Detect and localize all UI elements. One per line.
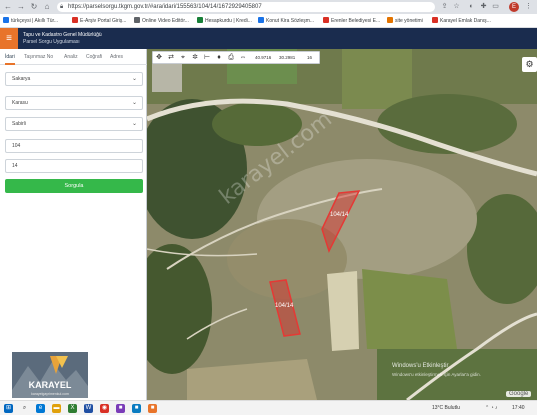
windows-activate-title: Windows'u Etkinleştir — [392, 363, 449, 369]
gear-icon[interactable]: ⚙ — [522, 57, 537, 72]
chevron-down-icon: ⌄ — [131, 100, 137, 106]
zoom-level: 16 — [307, 55, 313, 60]
app-header: ≡ Tapu ve Kadastro Genel Müdürlüğü Parse… — [0, 28, 537, 49]
map-imagery: 104/14 104/14 — [147, 49, 537, 400]
star-icon[interactable]: ☆ — [452, 2, 461, 11]
province-select[interactable]: Sakarya ⌄ — [5, 72, 143, 86]
coordinate-y: 30.2981 — [279, 55, 296, 60]
bookmark-icon — [3, 17, 9, 23]
bookmark-item[interactable]: E-Arşiv Portal Giriş... — [72, 17, 130, 25]
edge-icon[interactable]: e — [36, 404, 45, 413]
tab-cografi[interactable]: Coğrafi — [86, 49, 102, 65]
karayel-logo: KARAYEL karayelgayrimenkul.com — [12, 352, 88, 398]
address-bar[interactable]: 🔒︎ https://parselsorgu.tkgm.gov.tr/#ara/… — [57, 2, 435, 12]
clock[interactable]: 17:40 — [512, 405, 525, 412]
app-icon[interactable]: ■ — [148, 404, 157, 413]
satellite-map[interactable]: 104/14 104/14 — [147, 49, 537, 400]
menu-icon[interactable]: ⋮ — [524, 2, 533, 11]
puzzle-icon[interactable]: ✚ — [479, 2, 488, 11]
search-button[interactable]: Sorgula — [5, 179, 143, 193]
bookmark-item[interactable]: türkçeysi | Akıllı Tür... — [3, 17, 63, 25]
sidepanel-icon[interactable]: ▭ — [491, 2, 500, 11]
bookmark-item[interactable]: site yönetimi — [387, 17, 427, 25]
query-sidebar: İdari Taşınmaz No Analiz Coğrafi Adres S… — [0, 49, 147, 400]
chevron-down-icon: ⌄ — [131, 121, 137, 127]
block-input[interactable]: 104 — [5, 139, 143, 153]
logo-subtext: karayelgayrimenkul.com — [31, 392, 69, 396]
coordinate-x: 40.9716 — [255, 55, 272, 60]
word-icon[interactable]: W — [84, 404, 93, 413]
excel-icon[interactable]: X — [68, 404, 77, 413]
lock-icon: 🔒︎ — [60, 4, 64, 10]
export-icon[interactable]: ⇔ — [238, 53, 248, 63]
folder-icon[interactable]: ▬ — [52, 404, 61, 413]
profile-avatar[interactable]: E — [509, 2, 519, 12]
bookmark-item[interactable]: Erenler Belediyesi E... — [323, 17, 383, 25]
neighborhood-select[interactable]: Sabirli ⌄ — [5, 117, 143, 131]
parcel-input[interactable]: 14 — [5, 159, 143, 173]
tab-adres[interactable]: Adres — [110, 49, 123, 65]
back-icon[interactable]: ← — [3, 2, 13, 12]
app-icon[interactable]: ■ — [116, 404, 125, 413]
home-icon[interactable]: ⌂ — [42, 2, 52, 12]
weather-widget[interactable]: 13°C Bulutlu — [432, 405, 460, 412]
bookmark-icon — [72, 17, 78, 23]
tray-icons[interactable]: ⌃ ◔ ♪ — [485, 405, 498, 412]
app-title: Tapu ve Kadastro Genel Müdürlüğü — [23, 32, 102, 38]
hamburger-menu-icon[interactable]: ≡ — [0, 28, 18, 49]
parcel-label: 104/14 — [275, 303, 294, 309]
chevron-down-icon: ⌄ — [131, 76, 137, 82]
forward-icon[interactable]: → — [16, 2, 26, 12]
bookmark-item[interactable]: Karayel Emlak Danış... — [432, 17, 494, 25]
pin-icon[interactable]: ♦ — [214, 53, 224, 63]
parcel-label: 104/14 — [330, 212, 349, 218]
locate-icon[interactable]: ⌖ — [178, 53, 188, 63]
logo-text: KARAYEL — [29, 380, 72, 390]
bookmark-icon — [387, 17, 393, 23]
bookmark-icon — [258, 17, 264, 23]
bookmark-icon — [134, 17, 140, 23]
district-select[interactable]: Karasu ⌄ — [5, 96, 143, 110]
bookmark-item[interactable]: Konut Kira Sözleşm... — [258, 17, 320, 25]
tab-analiz[interactable]: Analiz — [64, 49, 78, 65]
reload-icon[interactable]: ↻ — [29, 2, 39, 12]
query-tabs: İdari Taşınmaz No Analiz Coğrafi Adres — [0, 49, 147, 65]
bookmark-icon — [432, 17, 438, 23]
bookmarks-bar: türkçeysi | Akıllı Tür... E-Arşiv Portal… — [0, 14, 537, 28]
app-subtitle: Parsel Sorgu Uygulaması — [23, 39, 80, 45]
tab-idari[interactable]: İdari — [5, 49, 15, 65]
bookmark-item[interactable]: Hesapkurdu | Kredi... — [197, 17, 255, 25]
extension-icon[interactable]: ◐ — [467, 2, 476, 11]
bookmark-icon — [197, 17, 203, 23]
bookmark-icon — [323, 17, 329, 23]
pan-icon[interactable]: ✥ — [154, 53, 164, 63]
browser-toolbar: ← → ↻ ⌂ 🔒︎ https://parselsorgu.tkgm.gov.… — [0, 0, 537, 14]
bookmark-item[interactable]: Online Video Editör... — [134, 17, 194, 25]
address-url: https://parselsorgu.tkgm.gov.tr/#ara/ida… — [68, 4, 262, 10]
chrome-icon[interactable]: ◉ — [100, 404, 109, 413]
google-badge: Google — [506, 391, 532, 397]
settings-icon[interactable]: ✲ — [190, 53, 200, 63]
zoom-extent-icon[interactable]: ⇄ — [166, 53, 176, 63]
windows-activate-hint: Windows'u etkinleştirmek için Ayarlar'a … — [392, 372, 481, 377]
map-toolbar: ✥ ⇄ ⌖ ✲ ⊢ ♦ ⎙ ⇔ 40.9716 30.2981 16 — [152, 51, 320, 64]
measure-icon[interactable]: ⊢ — [202, 53, 212, 63]
search-icon[interactable]: ⌕ — [20, 404, 29, 413]
windows-taskbar: ⊞ ⌕ e ▬ X W ◉ ■ ■ ■ 13°C Bulutlu ⌃ ◔ ♪ 1… — [0, 400, 537, 415]
print-icon[interactable]: ⎙ — [226, 53, 236, 63]
app-icon[interactable]: ■ — [132, 404, 141, 413]
tab-tasinmaz-no[interactable]: Taşınmaz No — [24, 49, 53, 65]
share-icon[interactable]: ⇪ — [440, 2, 449, 11]
start-icon[interactable]: ⊞ — [4, 404, 13, 413]
